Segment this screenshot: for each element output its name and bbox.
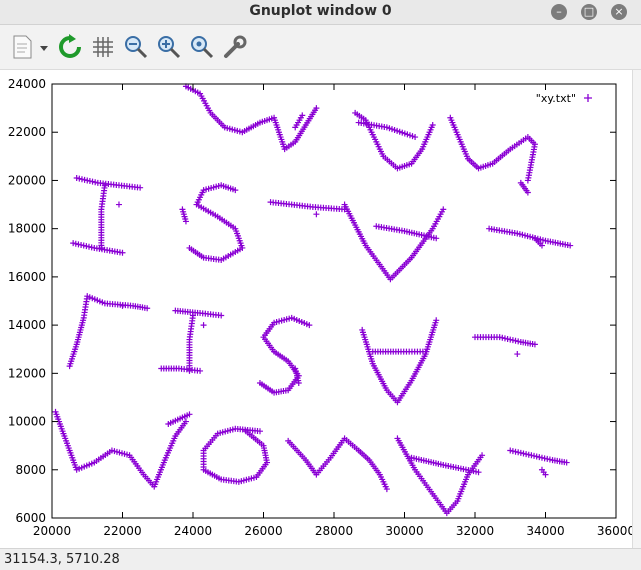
y-tick-label: 24000 — [8, 77, 46, 91]
replot-icon[interactable] — [57, 34, 83, 60]
data-point — [514, 351, 521, 358]
x-tick-label: 22000 — [103, 524, 141, 538]
zoom-out-icon[interactable] — [123, 34, 149, 60]
y-tick-label: 18000 — [8, 222, 46, 236]
y-tick-label: 6000 — [15, 511, 46, 525]
x-tick-label: 36000 — [597, 524, 635, 538]
x-tick-label: 20000 — [33, 524, 71, 538]
x-tick-label: 32000 — [456, 524, 494, 538]
copy-to-clipboard-icon[interactable] — [11, 34, 51, 60]
y-tick-label: 16000 — [8, 270, 46, 284]
y-tick-label: 12000 — [8, 366, 46, 380]
status-bar: 31154.3, 5710.28 — [0, 548, 641, 570]
legend-label: "xy.txt" — [536, 92, 576, 105]
mouse-coordinates: 31154.3, 5710.28 — [4, 552, 120, 567]
y-tick-label: 14000 — [8, 318, 46, 332]
zoom-reset-icon[interactable] — [189, 34, 215, 60]
y-tick-label: 10000 — [8, 415, 46, 429]
maximize-icon[interactable]: □ — [581, 4, 597, 20]
window-title: Gnuplot window 0 — [249, 3, 392, 19]
chart[interactable]: 20000 22000 24000 26000 28000 30000 32000 34000… — [0, 70, 641, 548]
options-wrench-icon[interactable] — [222, 34, 248, 60]
title-bar: Gnuplot window 0 – □ × — [0, 0, 641, 25]
data-point — [200, 322, 207, 329]
y-tick-label: 22000 — [8, 125, 46, 139]
minimize-icon[interactable]: – — [551, 4, 567, 20]
data-point — [115, 201, 122, 208]
data-point — [313, 211, 320, 218]
grid-icon[interactable] — [90, 34, 116, 60]
legend-marker — [584, 94, 592, 102]
y-tick-label: 8000 — [15, 463, 46, 477]
y-tick-label: 20000 — [8, 173, 46, 187]
x-tick-label: 26000 — [244, 524, 282, 538]
x-tick-label: 28000 — [315, 524, 353, 538]
close-icon[interactable]: × — [611, 4, 627, 20]
plot-area[interactable]: 20000 22000 24000 26000 28000 30000 32000 34000… — [0, 70, 641, 548]
scrollbar[interactable] — [632, 70, 641, 548]
toolbar — [0, 25, 641, 70]
zoom-in-icon[interactable] — [156, 34, 182, 60]
x-tick-label: 24000 — [174, 524, 212, 538]
x-tick-label: 34000 — [526, 524, 564, 538]
x-tick-label: 30000 — [385, 524, 423, 538]
